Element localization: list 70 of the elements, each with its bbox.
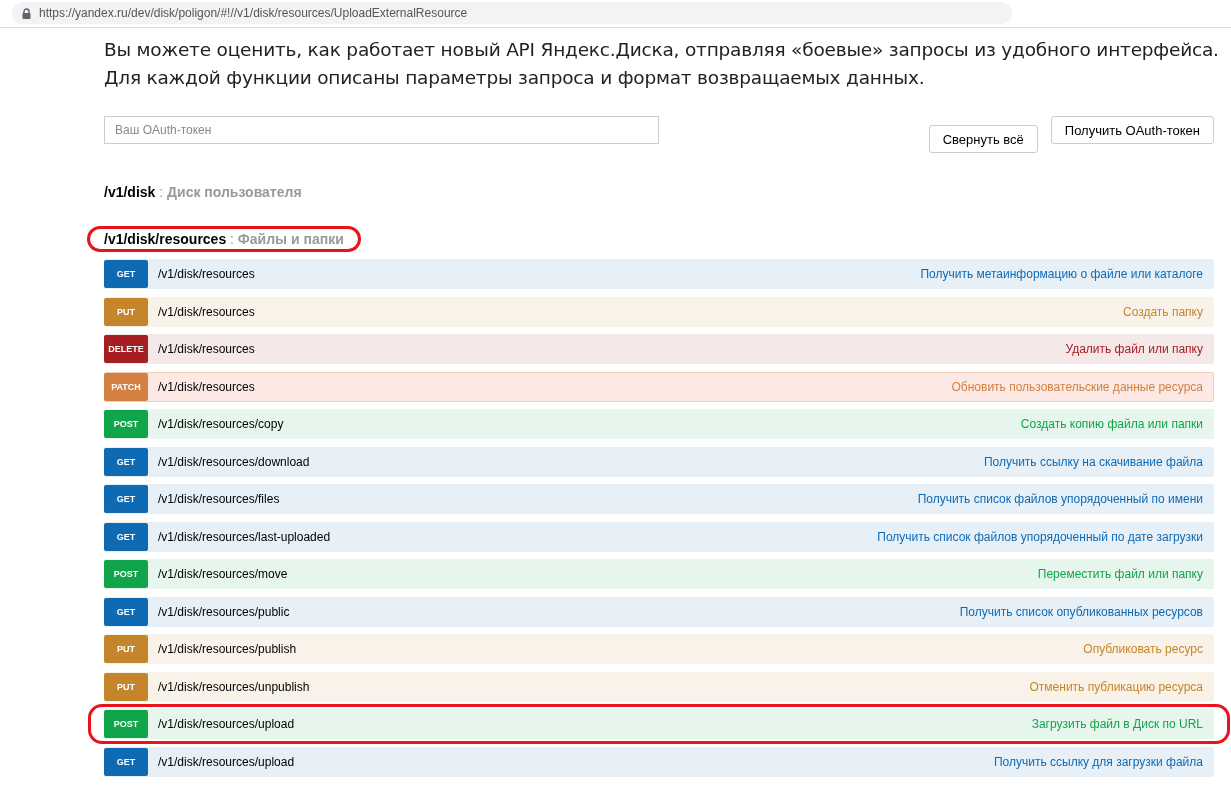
endpoint-path: /v1/disk/resources <box>158 304 255 319</box>
endpoint-path: /v1/disk/resources/upload <box>158 717 295 731</box>
section-header[interactable]: /v1/disk : Диск пользователя <box>87 179 319 205</box>
section-description: Диск пользователя <box>167 184 302 200</box>
endpoint-path: /v1/disk/resources/copy <box>158 417 284 431</box>
method-badge[interactable]: GET <box>104 485 148 513</box>
method-badge[interactable]: PATCH <box>104 372 148 401</box>
section-path[interactable]: /v1/disk <box>104 184 156 200</box>
endpoint-summary[interactable]: Отменить публикацию ресурса <box>1029 679 1203 694</box>
endpoint-path: /v1/disk/resources/last-uploaded <box>158 529 331 544</box>
endpoint-summary[interactable]: Получить список файлов упорядоченный по дате загрузки <box>877 529 1203 544</box>
endpoint-summary[interactable]: Получить метаинформацию о файле или каталоге <box>920 267 1203 281</box>
address-bar[interactable]: https://yandex.ru/dev/disk/poligon/#!//v1/disk/resources/UploadExternalResource <box>12 2 1012 24</box>
separator-text: : <box>158 184 165 200</box>
method-badge[interactable]: GET <box>104 747 148 776</box>
method-badge[interactable]: PUT <box>104 297 148 326</box>
endpoint-row[interactable]: POST /v1/disk/resources/move Переместить файл или папку <box>104 559 1214 589</box>
endpoint-path: /v1/disk/resources/publish <box>158 642 297 656</box>
endpoint-summary[interactable]: Создать копию файла или папки <box>1020 417 1203 431</box>
method-badge[interactable]: PUT <box>104 635 148 663</box>
method-badge[interactable]: GET <box>104 597 148 626</box>
collapse-all-button[interactable]: Свернуть всё <box>928 125 1038 153</box>
endpoint-row[interactable]: GET /v1/disk/resources/files Получить список файлов упорядоченный по имени <box>104 484 1214 514</box>
endpoint-summary[interactable]: Получить ссылку на скачивание файла <box>983 454 1203 469</box>
endpoint-summary[interactable]: Получить список опубликованных ресурсов <box>959 604 1203 619</box>
method-badge[interactable]: DELETE <box>104 335 148 363</box>
intro-text: Вы можете оценить, как работает новый API Яндекс.Диска, отправляя «боевые» запросы из удобного интерфейса. Для каждой функции описаны параметры запроса и формат возвращаемых данных. <box>104 38 1220 90</box>
method-badge[interactable]: GET <box>104 447 148 476</box>
endpoint-path: /v1/disk/resources <box>158 342 255 356</box>
endpoint-row[interactable]: PATCH /v1/disk/resources Обновить пользовательские данные ресурса <box>104 371 1214 402</box>
url-text: https://yandex.ru/dev/disk/poligon/#!//v1/disk/resources/UploadExternalResource <box>39 6 468 20</box>
method-badge[interactable]: PUT <box>104 672 148 701</box>
endpoint-path: /v1/disk/resources <box>158 379 255 394</box>
method-badge[interactable]: POST <box>104 560 148 588</box>
endpoint-path: /v1/disk/resources <box>158 267 255 281</box>
method-badge[interactable]: GET <box>104 522 148 551</box>
endpoint-path: /v1/disk/resources/public <box>158 604 290 619</box>
endpoint-row[interactable]: GET /v1/disk/resources/last-uploaded Получить список файлов упорядоченный по дате загрузки <box>104 521 1214 552</box>
endpoint-row[interactable]: DELETE /v1/disk/resources Удалить файл или папку <box>104 334 1214 364</box>
endpoint-summary[interactable]: Создать папку <box>1123 304 1203 319</box>
section-path[interactable]: /v1/disk/resources <box>104 231 227 247</box>
lock-icon <box>22 7 31 19</box>
separator-text: : <box>229 231 235 247</box>
endpoint-row[interactable]: GET /v1/disk/resources/public Получить список опубликованных ресурсов <box>104 596 1214 627</box>
endpoint-summary[interactable]: Получить список файлов упорядоченный по имени <box>917 492 1203 506</box>
endpoint-row[interactable]: GET /v1/disk/resources/upload Получить ссылку для загрузки файла <box>104 746 1214 777</box>
section-description: Файлы и папки <box>237 231 344 247</box>
section-header[interactable]: /v1/disk/resources : Файлы и папки <box>87 226 361 252</box>
token-input[interactable]: Ваш OAuth-токен <box>104 116 659 144</box>
endpoint-row[interactable]: PUT /v1/disk/resources/unpublish Отменить публикацию ресурса <box>104 671 1214 702</box>
endpoint-row[interactable]: GET /v1/disk/resources/download Получить ссылку на скачивание файла <box>104 446 1214 477</box>
endpoint-path: /v1/disk/resources/files <box>158 492 280 506</box>
endpoint-row[interactable]: POST /v1/disk/resources/copy Создать копию файла или папки <box>104 409 1214 439</box>
endpoint-row[interactable]: PUT /v1/disk/resources Создать папку <box>104 296 1214 327</box>
endpoint-row[interactable]: POST /v1/disk/resources/upload Загрузить файл в Диск по URL <box>104 709 1214 739</box>
endpoint-row[interactable]: GET /v1/disk/resources Получить метаинформацию о файле или каталоге <box>104 259 1214 289</box>
endpoint-path: /v1/disk/resources/download <box>158 454 310 469</box>
method-badge[interactable]: POST <box>104 710 148 738</box>
method-badge[interactable]: GET <box>104 260 148 288</box>
endpoint-path: /v1/disk/resources/unpublish <box>158 679 310 694</box>
endpoint-path: /v1/disk/resources/upload <box>158 754 295 769</box>
endpoint-summary[interactable]: Загрузить файл в Диск по URL <box>1031 717 1203 731</box>
endpoint-summary[interactable]: Переместить файл или папку <box>1037 567 1203 581</box>
get-token-button[interactable]: Получить OAuth-токен <box>1050 116 1214 144</box>
endpoint-summary[interactable]: Опубликовать ресурс <box>1083 642 1203 656</box>
endpoint-row[interactable]: PUT /v1/disk/resources/publish Опубликовать ресурс <box>104 634 1214 664</box>
endpoint-path: /v1/disk/resources/move <box>158 567 288 581</box>
endpoint-summary[interactable]: Получить ссылку для загрузки файла <box>993 754 1203 769</box>
endpoint-summary[interactable]: Удалить файл или папку <box>1065 342 1203 356</box>
method-badge[interactable]: POST <box>104 410 148 438</box>
